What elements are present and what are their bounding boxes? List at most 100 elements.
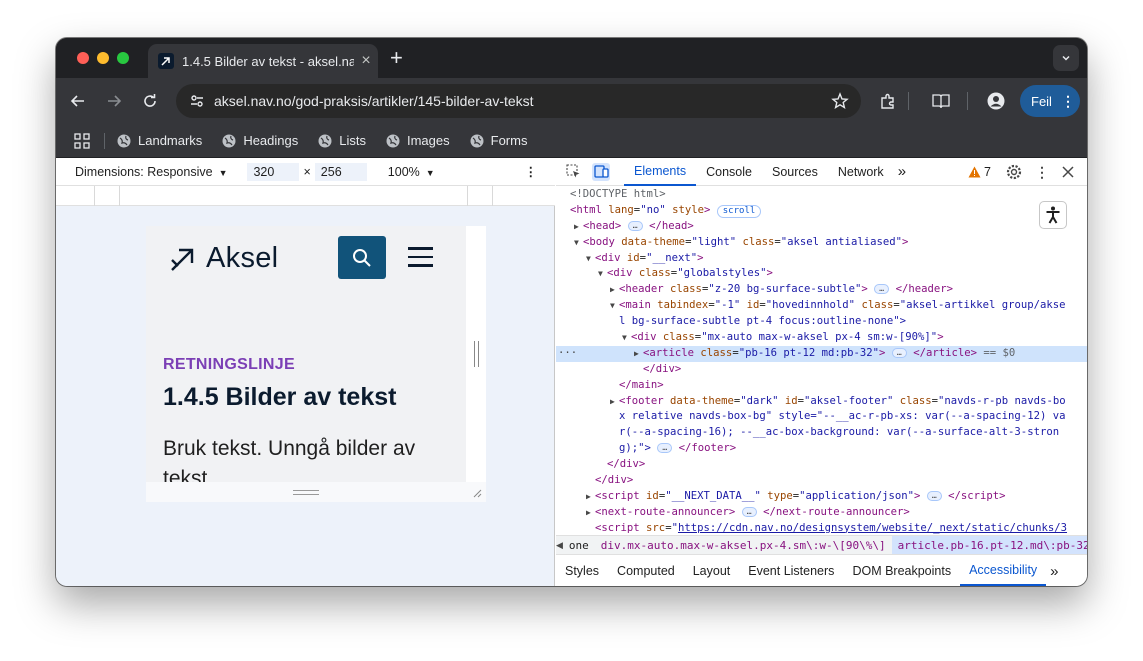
dom-line[interactable]: r(--a-spacing-16); --__ac-box-background… bbox=[556, 425, 1087, 441]
expand-triangle-icon[interactable]: ▶ bbox=[634, 346, 643, 362]
device-more-icon[interactable]: ⋮ bbox=[525, 164, 538, 179]
collapse-triangle-icon[interactable]: ▼ bbox=[622, 330, 631, 346]
dom-line[interactable]: ▶ <header class="z-20 bg-surface-subtle">… bbox=[556, 282, 1087, 298]
ellipsis-badge[interactable]: … bbox=[627, 220, 643, 231]
tab-elements[interactable]: Elements bbox=[624, 158, 697, 186]
dom-line[interactable]: ▶ <next-route-announcer> … </next-route-a… bbox=[556, 505, 1087, 521]
tab-event-listeners[interactable]: Event Listeners bbox=[739, 556, 843, 586]
window-close-button[interactable] bbox=[77, 52, 89, 64]
close-devtools-icon[interactable] bbox=[1059, 163, 1077, 181]
dom-line[interactable]: x relative navds-box-bg" style="--__ac-r… bbox=[556, 409, 1087, 425]
search-button[interactable] bbox=[338, 236, 386, 279]
dom-line-selected[interactable]: ··· ▶ <article class="pb-16 pt-12 md:pb-32… bbox=[556, 345, 1087, 362]
profile-error-button[interactable]: Feil ⋮ bbox=[1020, 85, 1080, 117]
dom-tree[interactable]: <!DOCTYPE html> <html lang="no" style> s… bbox=[556, 187, 1087, 535]
dom-line[interactable]: <script src="https://cdn.nav.no/designsy… bbox=[556, 521, 1087, 535]
dom-line[interactable]: ▼ <body data-theme="light" class="aksel a… bbox=[556, 235, 1087, 251]
ellipsis-badge[interactable]: … bbox=[891, 347, 907, 358]
accessibility-tree-toggle[interactable] bbox=[1039, 201, 1067, 229]
tab-close-icon[interactable]: × bbox=[358, 52, 374, 70]
dom-line[interactable]: ▼ <main tabindex="-1" id="hovedinnhold" c… bbox=[556, 298, 1087, 314]
more-tabs-icon[interactable]: » bbox=[894, 158, 910, 186]
window-maximize-button[interactable] bbox=[117, 52, 129, 64]
collapse-triangle-icon[interactable]: ▼ bbox=[586, 251, 595, 267]
tab-layout[interactable]: Layout bbox=[684, 556, 740, 586]
dom-line[interactable]: </main> bbox=[556, 378, 1087, 394]
dom-line[interactable]: l bg-surface-subtle pt-4 focus:outline-n… bbox=[556, 314, 1087, 330]
ellipsis-badge[interactable]: … bbox=[741, 506, 757, 517]
back-button[interactable] bbox=[68, 91, 88, 111]
aksel-logo[interactable]: Aksel bbox=[170, 242, 278, 275]
ellipsis-badge[interactable]: … bbox=[874, 284, 890, 295]
bookmark-lists[interactable]: Lists bbox=[318, 133, 366, 148]
bookmark-forms[interactable]: Forms bbox=[470, 133, 527, 148]
corner-resize-icon[interactable] bbox=[472, 488, 482, 498]
collapse-triangle-icon[interactable]: ▼ bbox=[610, 298, 619, 314]
tab-search-button[interactable] bbox=[1053, 45, 1079, 71]
breadcrumb-item[interactable]: div.mx-auto.max-w-aksel.px-4.sm\:w-\[90\… bbox=[595, 536, 892, 554]
dom-line[interactable]: ▶ <head> … </head> bbox=[556, 219, 1087, 235]
tab-console[interactable]: Console bbox=[696, 158, 762, 186]
expand-triangle-icon[interactable]: ▶ bbox=[610, 282, 619, 298]
tab-sources[interactable]: Sources bbox=[762, 158, 828, 186]
tab-network[interactable]: Network bbox=[828, 158, 894, 186]
bookmark-images[interactable]: Images bbox=[386, 133, 450, 148]
tab-computed[interactable]: Computed bbox=[608, 556, 684, 586]
dom-line[interactable]: </div> bbox=[556, 362, 1087, 378]
media-query-ruler[interactable] bbox=[56, 186, 555, 206]
bottom-resize-handle[interactable] bbox=[293, 490, 319, 495]
new-tab-button[interactable]: + bbox=[390, 46, 403, 70]
breadcrumb-item-current[interactable]: article.pb-16.pt-12.md\:pb-32 bbox=[891, 536, 1087, 554]
dom-line[interactable]: <!DOCTYPE html> bbox=[556, 187, 1087, 203]
dom-line[interactable]: ▼ <div class="mx-auto max-w-aksel px-4 sm… bbox=[556, 330, 1087, 346]
address-bar[interactable]: aksel.nav.no/god-praksis/artikler/145-bi… bbox=[176, 84, 861, 118]
tab-accessibility[interactable]: Accessibility bbox=[960, 556, 1047, 586]
collapse-triangle-icon[interactable]: ▼ bbox=[574, 235, 583, 251]
tab-dom-breakpoints[interactable]: DOM Breakpoints bbox=[843, 556, 960, 586]
breadcrumb-left-icon[interactable]: ◀ bbox=[556, 540, 563, 551]
reading-mode-icon[interactable] bbox=[931, 91, 951, 111]
right-resize-handle[interactable] bbox=[474, 341, 479, 367]
dom-line[interactable]: ▶ <script id="__NEXT_DATA__" type="applic… bbox=[556, 489, 1087, 505]
device-toggle-icon[interactable] bbox=[592, 162, 610, 181]
dimensions-select[interactable]: Dimensions: Responsive ▼ bbox=[75, 165, 227, 179]
bookmark-star-icon[interactable] bbox=[831, 92, 849, 115]
more-horiz-icon[interactable]: ··· bbox=[558, 346, 577, 362]
expand-triangle-icon[interactable]: ▶ bbox=[574, 219, 583, 235]
expand-triangle-icon[interactable]: ▶ bbox=[586, 489, 595, 505]
settings-gear-icon[interactable] bbox=[1005, 163, 1023, 181]
breadcrumb-prev[interactable]: one bbox=[563, 539, 595, 552]
bookmark-landmarks[interactable]: Landmarks bbox=[117, 133, 202, 148]
extensions-icon[interactable] bbox=[878, 91, 898, 111]
devtools-menu-icon[interactable]: ⋮ bbox=[1033, 163, 1051, 181]
forward-button[interactable] bbox=[104, 91, 124, 111]
profile-avatar-icon[interactable] bbox=[986, 91, 1006, 111]
issues-warning-counter[interactable]: 7 bbox=[968, 165, 991, 179]
expand-triangle-icon[interactable]: ▶ bbox=[610, 394, 619, 410]
expand-triangle-icon[interactable]: ▶ bbox=[586, 505, 595, 521]
menu-button[interactable] bbox=[408, 247, 434, 269]
dom-line[interactable]: <html lang="no" style> scroll bbox=[556, 203, 1087, 219]
scroll-badge[interactable]: scroll bbox=[716, 204, 762, 218]
zoom-select[interactable]: 100% ▼ bbox=[388, 165, 435, 179]
height-input[interactable]: 256 bbox=[314, 162, 367, 181]
inspect-element-icon[interactable] bbox=[564, 163, 582, 181]
site-info-icon[interactable] bbox=[186, 90, 208, 112]
ellipsis-badge[interactable]: … bbox=[657, 443, 673, 454]
dom-line[interactable]: </div> bbox=[556, 457, 1087, 473]
tab-styles[interactable]: Styles bbox=[556, 556, 608, 586]
dom-line[interactable]: ▼ <div id="__next"> bbox=[556, 251, 1087, 267]
reload-button[interactable] bbox=[140, 91, 160, 111]
dom-line[interactable]: ▼ <div class="globalstyles"> bbox=[556, 266, 1087, 282]
dom-line[interactable]: g);"> … </footer> bbox=[556, 441, 1087, 457]
bookmark-headings[interactable]: Headings bbox=[222, 133, 298, 148]
more-panes-icon[interactable]: » bbox=[1046, 556, 1062, 586]
dom-line[interactable]: </div> bbox=[556, 473, 1087, 489]
dom-line[interactable]: ▶ <footer data-theme="dark" id="aksel-foo… bbox=[556, 394, 1087, 410]
width-input[interactable]: 320 bbox=[247, 162, 300, 181]
apps-grid-icon[interactable] bbox=[74, 132, 90, 149]
collapse-triangle-icon[interactable]: ▼ bbox=[598, 266, 607, 282]
ellipsis-badge[interactable]: … bbox=[926, 490, 942, 501]
browser-tab[interactable]: 1.4.5 Bilder av tekst - aksel.nav.no × bbox=[148, 44, 378, 78]
window-minimize-button[interactable] bbox=[97, 52, 109, 64]
